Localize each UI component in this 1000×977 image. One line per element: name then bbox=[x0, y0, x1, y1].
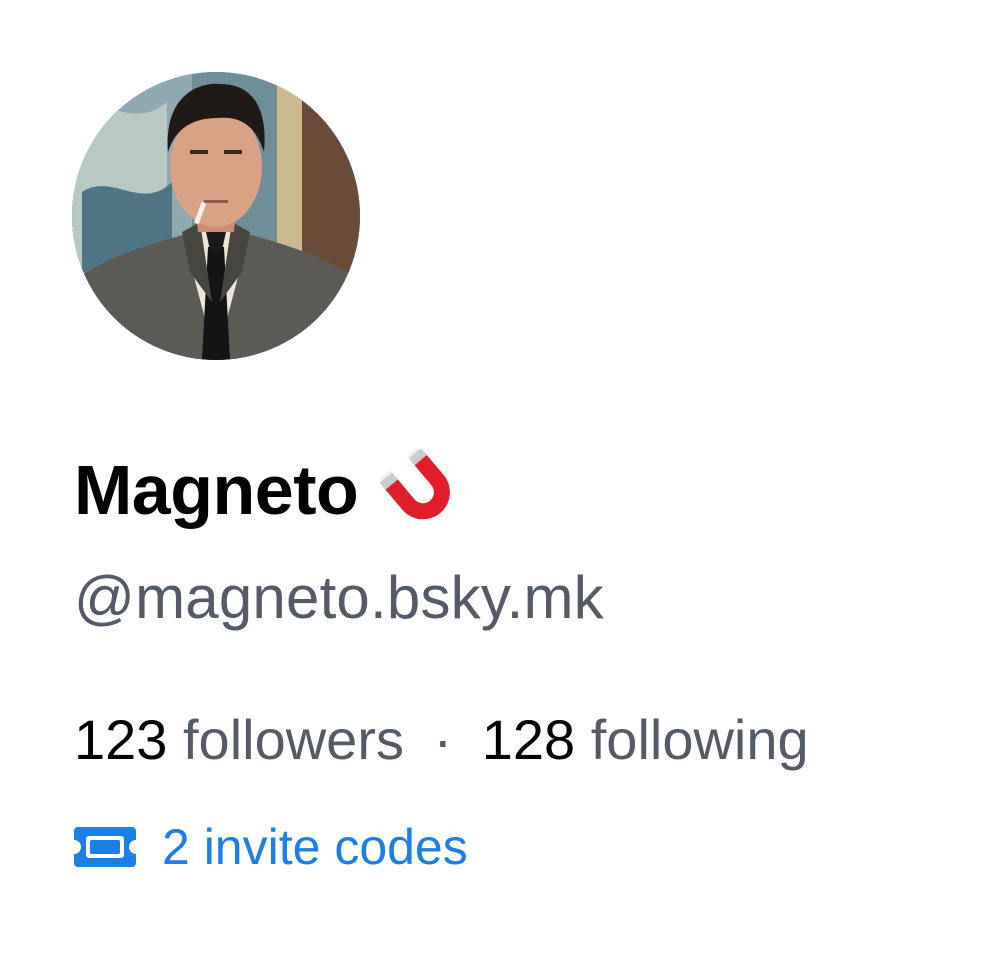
invite-codes-button[interactable]: 2 invite codes bbox=[72, 822, 468, 872]
stats-separator: · bbox=[433, 708, 453, 771]
display-name-row: Magneto bbox=[74, 440, 462, 540]
avatar-photo bbox=[72, 72, 360, 360]
following-label: following bbox=[590, 708, 809, 771]
followers-label: followers bbox=[183, 708, 404, 771]
ticket-icon bbox=[72, 823, 138, 871]
follow-stats: 123 followers · 128 following bbox=[74, 712, 809, 768]
profile-handle: @magneto.bsky.mk bbox=[74, 564, 604, 631]
avatar[interactable] bbox=[72, 72, 360, 360]
invite-codes-label: 2 invite codes bbox=[162, 819, 468, 875]
display-name: Magneto bbox=[74, 451, 359, 529]
followers-link[interactable]: 123 followers bbox=[74, 708, 420, 771]
magnet-icon bbox=[380, 449, 462, 531]
following-link[interactable]: 128 following bbox=[466, 708, 809, 771]
following-count: 128 bbox=[481, 708, 576, 771]
followers-count: 123 bbox=[74, 708, 168, 771]
